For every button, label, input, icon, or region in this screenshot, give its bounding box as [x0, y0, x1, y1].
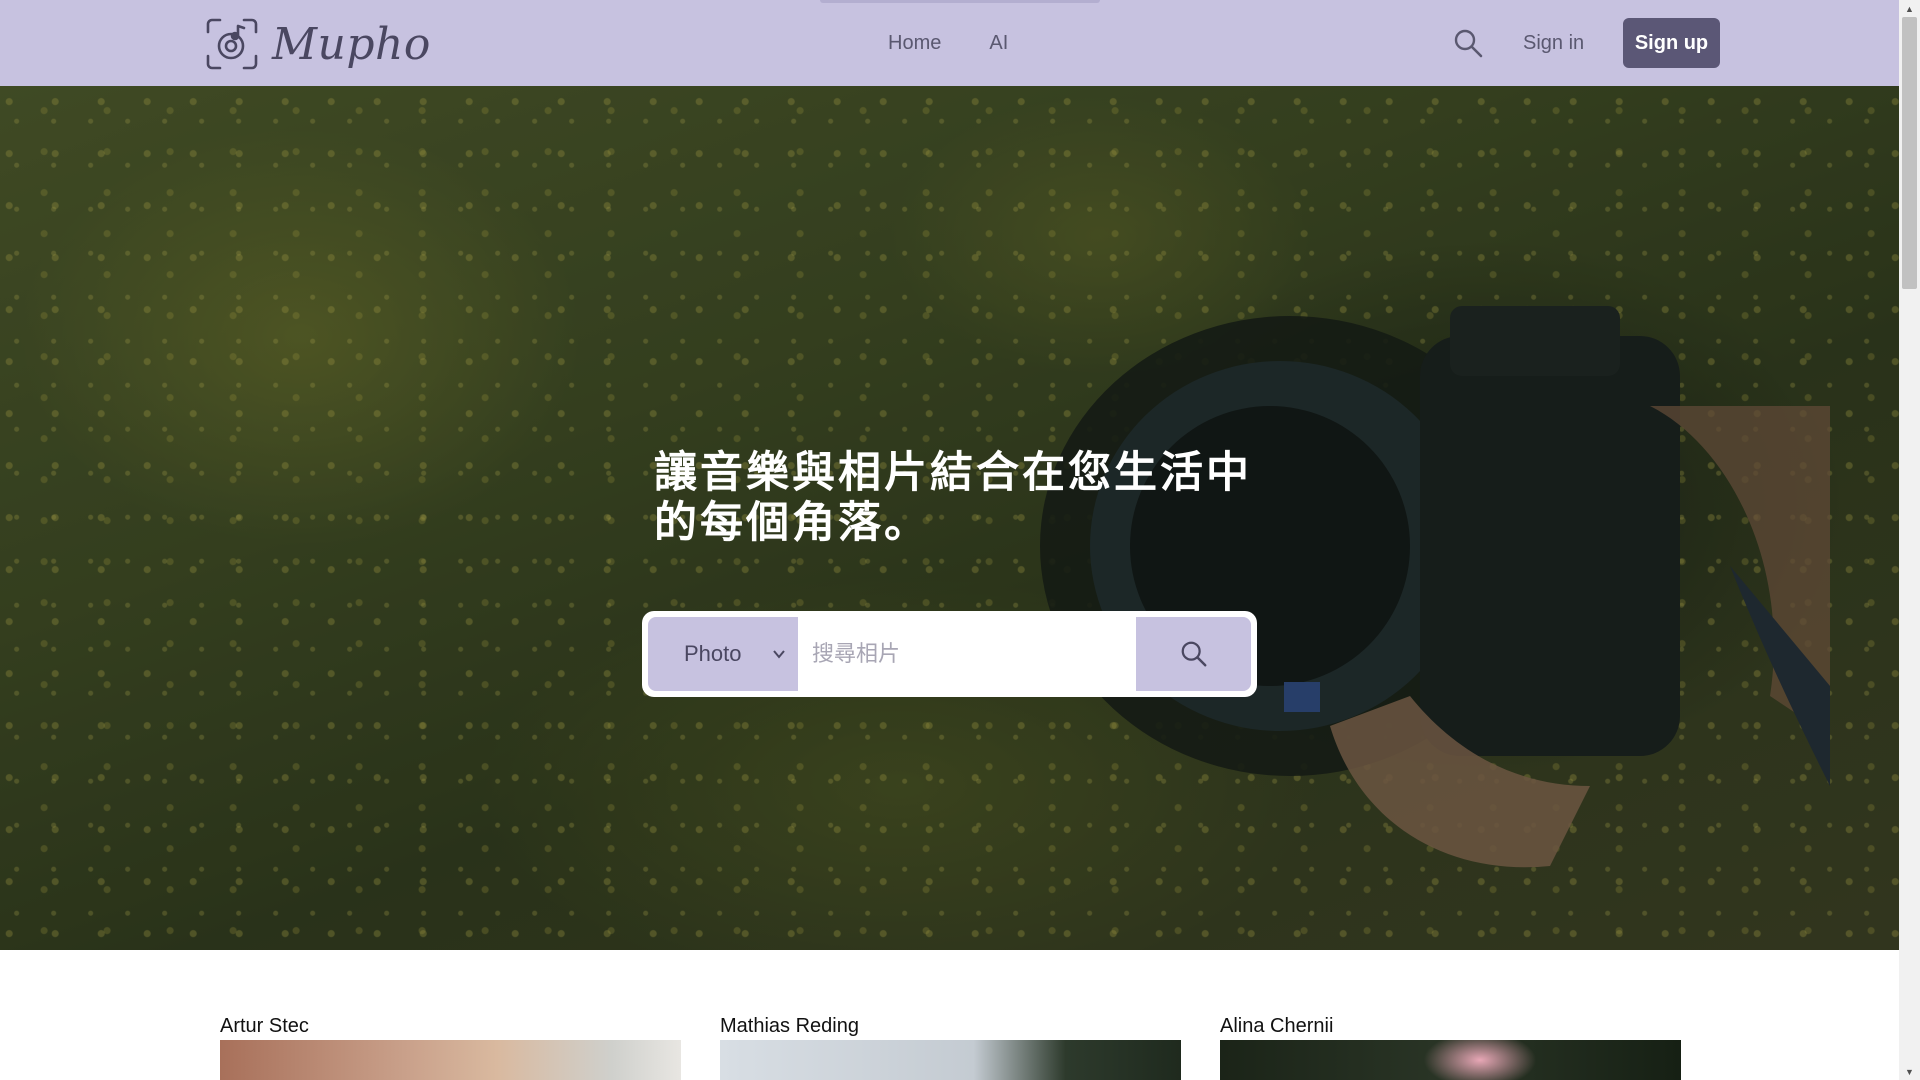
photo-author[interactable]: Alina Chernii	[1220, 1014, 1681, 1038]
photo-card[interactable]: Alina Chernii	[1220, 1014, 1681, 1080]
scroll-down-arrow-icon[interactable]: ▼	[1899, 1063, 1920, 1080]
brand-name: Mupho	[272, 18, 431, 70]
search-type-select[interactable]: Photo	[648, 617, 798, 691]
brand-logo-link[interactable]: Mupho	[204, 15, 431, 73]
search-input[interactable]	[798, 617, 1136, 691]
photo-thumbnail[interactable]	[220, 1040, 681, 1080]
photo-author[interactable]: Artur Stec	[220, 1014, 681, 1038]
search-submit-button[interactable]	[1136, 617, 1251, 691]
scroll-up-arrow-icon[interactable]: ▲	[1899, 0, 1920, 17]
vertical-scrollbar[interactable]: ▲ ▼	[1899, 0, 1920, 1080]
photo-card[interactable]: Mathias Reding	[720, 1014, 1181, 1080]
top-navbar: Mupho Home AI Sign in Sign up	[0, 0, 1899, 86]
photo-thumbnail[interactable]	[720, 1040, 1181, 1080]
photo-author[interactable]: Mathias Reding	[720, 1014, 1181, 1038]
nav-link-ai[interactable]: AI	[989, 32, 1008, 55]
hero-search-bar: Photo	[642, 611, 1257, 697]
photo-gallery: Artur Stec Mathias Reding Alina Chernii	[0, 950, 1899, 1080]
photo-thumbnail[interactable]	[1220, 1040, 1681, 1080]
nav-link-home[interactable]: Home	[888, 32, 941, 55]
sign-up-button[interactable]: Sign up	[1623, 18, 1720, 68]
scrollbar-thumb[interactable]	[1902, 17, 1917, 289]
main-nav: Home AI	[888, 0, 1056, 86]
photo-card[interactable]: Artur Stec	[220, 1014, 681, 1080]
search-icon	[1181, 641, 1206, 667]
search-icon[interactable]	[1452, 27, 1484, 59]
sign-in-link[interactable]: Sign in	[1523, 0, 1584, 86]
hero-headline: 讓音樂與相片結合在您生活中的每個角落。	[654, 448, 1252, 548]
chevron-down-icon	[773, 650, 785, 659]
camera-music-logo-icon	[206, 18, 258, 70]
search-type-selected: Photo	[684, 641, 742, 666]
hero-section: 讓音樂與相片結合在您生活中的每個角落。 Photo	[0, 86, 1899, 950]
